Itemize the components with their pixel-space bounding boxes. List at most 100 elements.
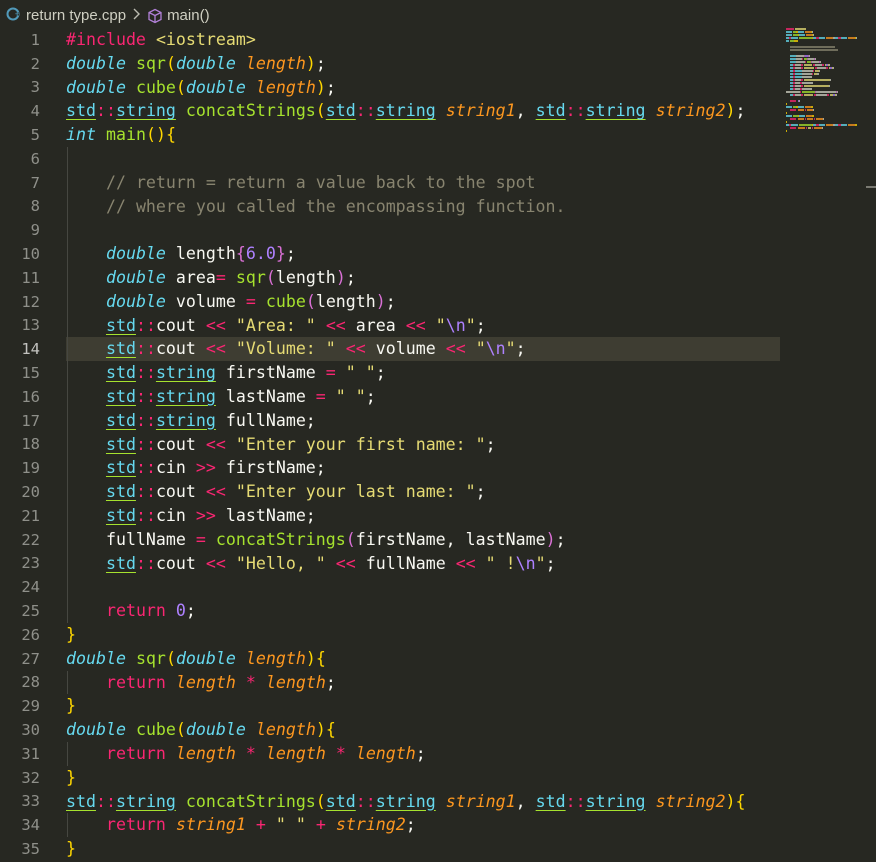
code-token: {: [235, 244, 246, 264]
code-line[interactable]: 7 // return = return a value back to the…: [0, 171, 876, 195]
minimap-token: [856, 37, 858, 39]
minimap-line: [786, 103, 866, 105]
code-text: }: [66, 694, 76, 718]
code-token: ;: [735, 101, 746, 121]
code-line[interactable]: 12 double volume = cube(length);: [0, 290, 876, 314]
line-number: 3: [30, 78, 40, 97]
code-line[interactable]: 25 return 0;: [0, 599, 876, 623]
code-token: length: [275, 268, 336, 287]
code-token: \n: [485, 339, 506, 359]
minimap-line: [786, 88, 866, 90]
code-line[interactable]: 24: [0, 575, 876, 599]
minimap-token: [795, 28, 806, 30]
chevron-right-icon: [132, 8, 141, 23]
breadcrumb-file[interactable]: return type.cpp: [26, 7, 126, 24]
code-token: std: [105, 363, 136, 383]
minimap-token: [790, 46, 836, 48]
code-token: *: [335, 744, 346, 763]
code-token: volume: [165, 291, 246, 311]
minimap-token: [815, 58, 817, 60]
minimap-token: [803, 79, 831, 81]
code-line[interactable]: 29}: [0, 694, 876, 718]
code-line[interactable]: 6: [0, 147, 876, 171]
code-line[interactable]: 19 std::cin >> firstName;: [0, 456, 876, 480]
minimap[interactable]: [786, 28, 866, 132]
code-line[interactable]: 21 std::cin >> lastName;: [0, 504, 876, 528]
code-line[interactable]: 20 std::cout << "Enter your last name: "…: [0, 480, 876, 504]
code-text: std::cout << "Enter your last name: ";: [66, 480, 486, 504]
code-line[interactable]: 35}: [0, 837, 876, 861]
method-cube-icon: [147, 8, 162, 24]
code-token: }: [66, 767, 76, 787]
code-line[interactable]: 23 std::cout << "Hello, " << fullName <<…: [0, 552, 876, 576]
code-token: =: [245, 291, 256, 311]
code-token: ::: [135, 458, 156, 478]
code-token: area: [345, 315, 406, 335]
line-number: 17: [21, 411, 40, 430]
code-token: std: [66, 791, 96, 811]
code-line[interactable]: 17 std::string fullName;: [0, 409, 876, 433]
code-text: std::string concatStrings(std::string st…: [66, 99, 746, 123]
code-line[interactable]: 30 double cube(double length){: [0, 718, 876, 742]
code-token: string: [375, 101, 436, 121]
code-token: lastName: [215, 387, 316, 406]
code-line[interactable]: 4 std::string concatStrings(std::string s…: [0, 99, 876, 123]
scrollbar-marker[interactable]: [866, 186, 876, 188]
code-token: string: [155, 410, 216, 430]
code-token: ,: [515, 791, 536, 811]
code-line[interactable]: 31 return length * length * length;: [0, 742, 876, 766]
code-line[interactable]: 32}: [0, 766, 876, 790]
code-line[interactable]: 22 fullName = concatStrings(firstName, l…: [0, 528, 876, 552]
code-token: ): [315, 77, 326, 97]
line-number: 21: [21, 506, 40, 525]
code-token: (: [315, 791, 326, 811]
code-line[interactable]: 15 std::string firstName = " ";: [0, 361, 876, 385]
code-line[interactable]: 18 std::cout << "Enter your first name: …: [0, 433, 876, 457]
code-token: length: [255, 720, 316, 740]
code-line[interactable]: 9: [0, 218, 876, 242]
code-token: +: [255, 815, 266, 835]
code-token: volume: [365, 339, 446, 359]
code-line[interactable]: 34 return string1 + " " + string2;: [0, 813, 876, 837]
code-line[interactable]: 26}: [0, 623, 876, 647]
code-line[interactable]: 14 std::cout << "Volume: " << volume << …: [0, 337, 876, 362]
code-line[interactable]: 11 double area= sqr(length);: [0, 266, 876, 290]
code-editor[interactable]: 1 #include <iostream> 2 double sqr(double l…: [0, 28, 876, 862]
code-line[interactable]: 2 double sqr(double length);: [0, 52, 876, 76]
minimap-line: [786, 31, 866, 33]
code-token: "Enter your last name: ": [235, 482, 476, 502]
code-line[interactable]: 8 // where you called the encompassing f…: [0, 195, 876, 219]
code-text: std::cin >> lastName;: [66, 504, 316, 528]
code-line[interactable]: 10 double length{6.0};: [0, 242, 876, 266]
code-line[interactable]: 16 std::string lastName = " ";: [0, 385, 876, 409]
line-number: 8: [30, 197, 40, 216]
code-line[interactable]: 13 std::cout << "Area: " << area << "\n"…: [0, 314, 876, 338]
code-token: length: [255, 77, 316, 97]
code-line[interactable]: 3 double cube(double length);: [0, 76, 876, 100]
code-line[interactable]: 1 #include <iostream>: [0, 28, 876, 52]
line-number: 12: [21, 292, 40, 311]
code-line[interactable]: 27 double sqr(double length){: [0, 647, 876, 671]
code-token: ::: [135, 434, 156, 454]
minimap-token: [786, 121, 788, 123]
indent-guide: [67, 670, 68, 695]
breadcrumb-symbol[interactable]: main(): [167, 7, 210, 24]
code-token: std: [105, 506, 136, 525]
code-token: concatStrings: [215, 529, 346, 549]
code-token: double: [175, 648, 236, 668]
svg-text:+: +: [15, 11, 20, 18]
code-token: ;: [475, 482, 486, 502]
code-line[interactable]: 28 return length * length;: [0, 671, 876, 695]
minimap-token: [798, 100, 800, 102]
code-line[interactable]: 33 std::string concatStrings(std::string …: [0, 790, 876, 814]
code-text: double sqr(double length);: [66, 52, 326, 76]
code-line[interactable]: 5 int main(){: [0, 123, 876, 147]
code-token: cout: [155, 482, 206, 502]
